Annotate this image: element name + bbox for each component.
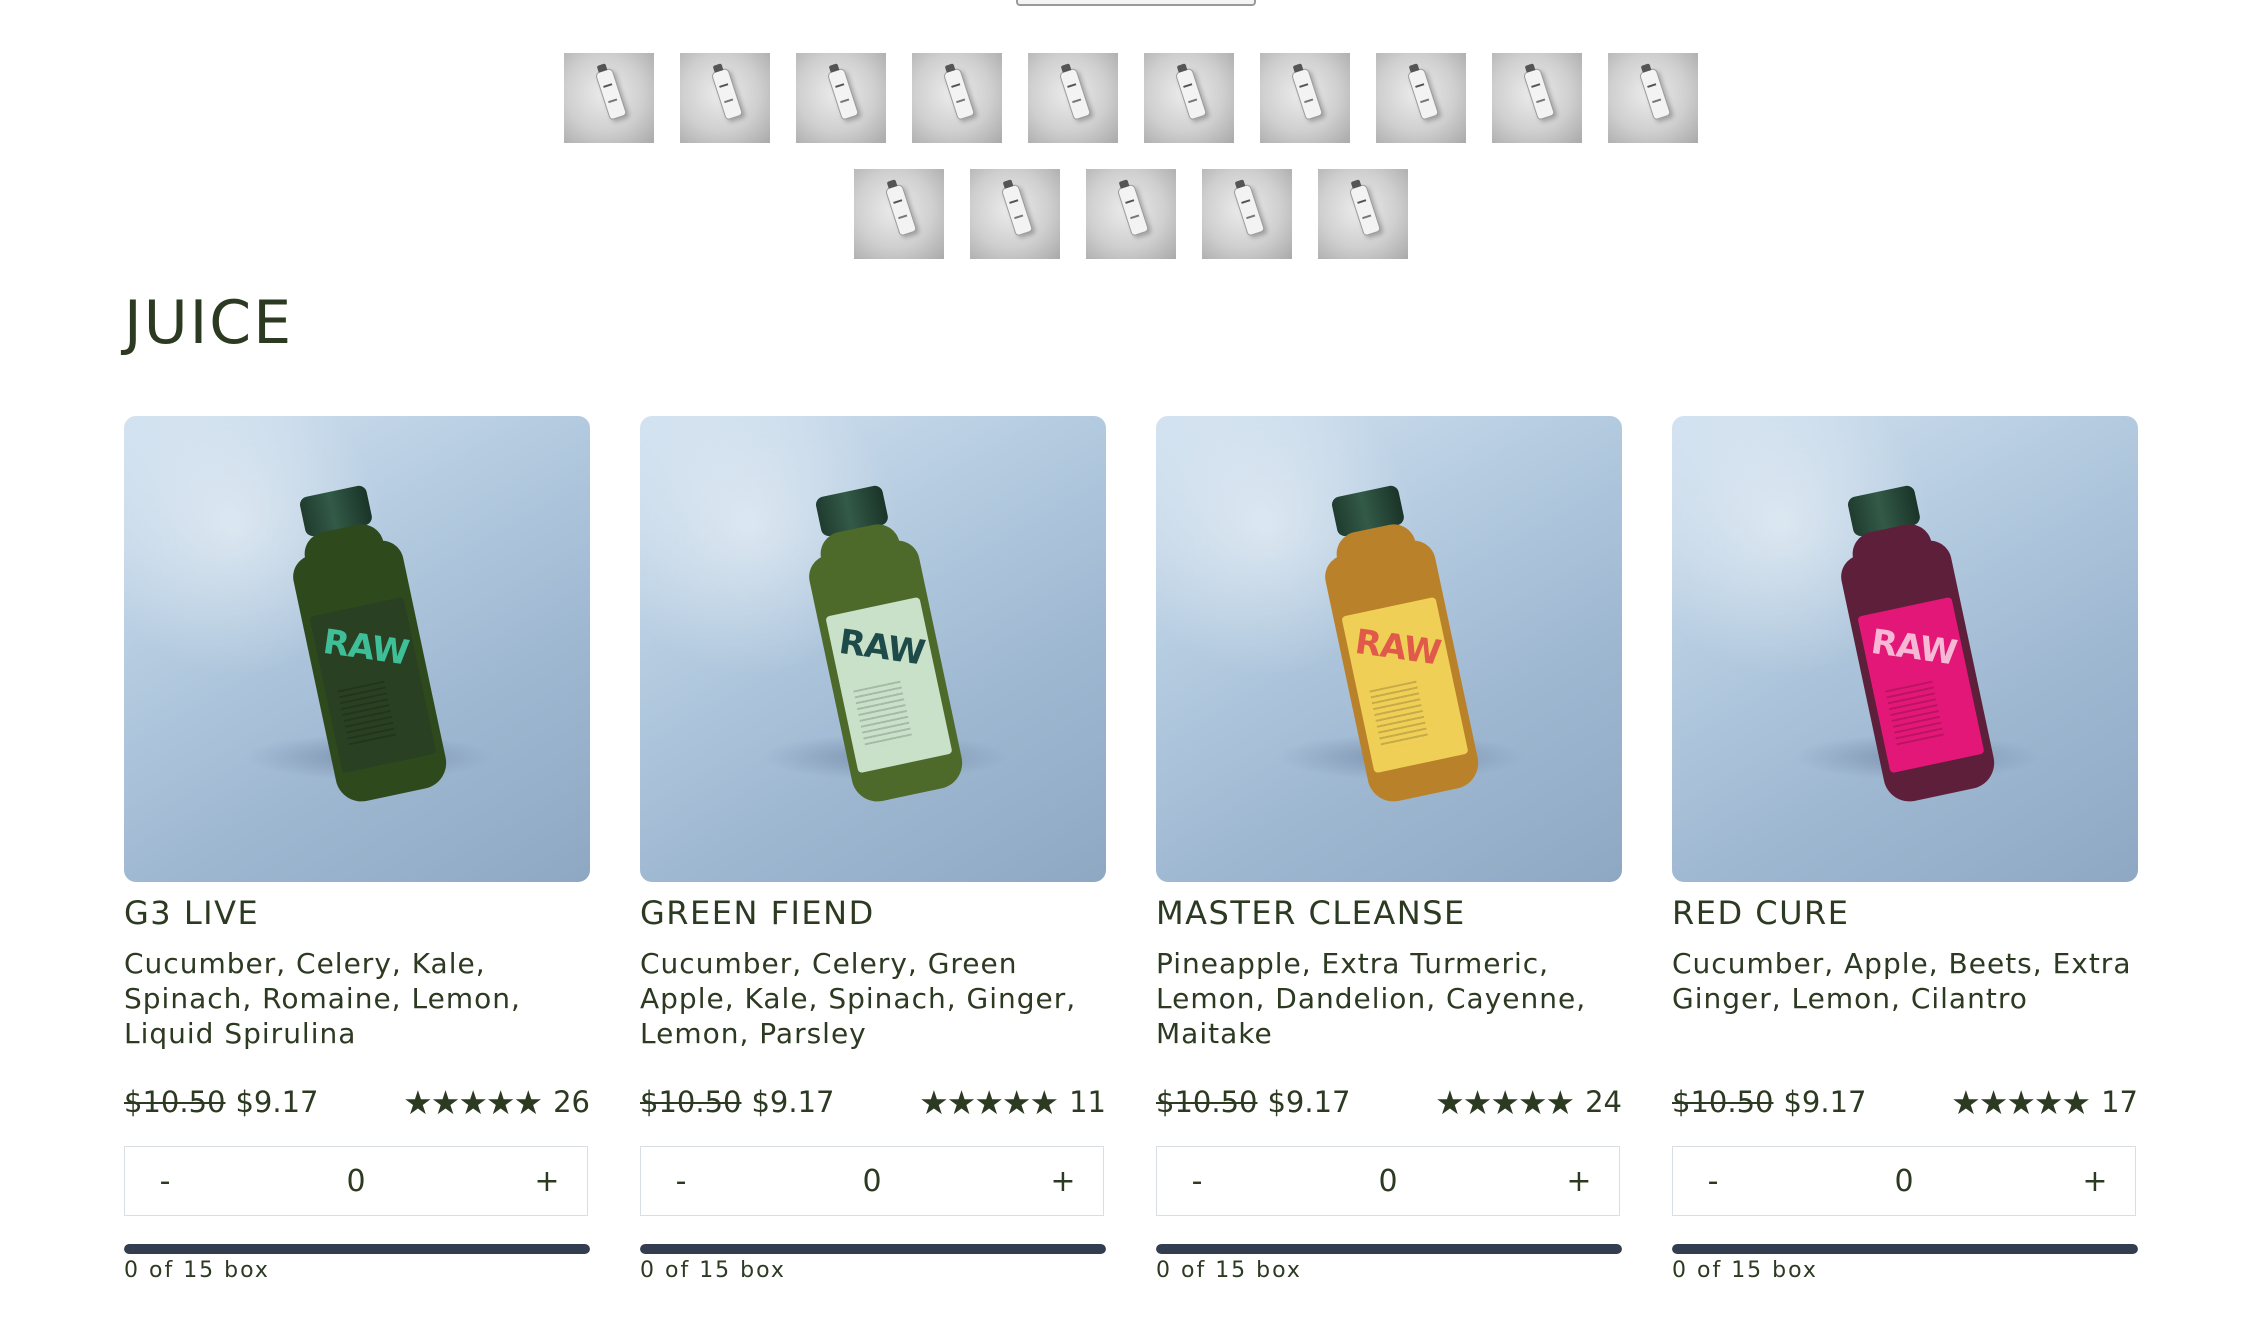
product-image[interactable]: RAW: [640, 416, 1106, 882]
decrement-button[interactable]: -: [1157, 1164, 1237, 1199]
sale-price: $9.17: [235, 1085, 319, 1119]
decrement-button[interactable]: -: [125, 1164, 205, 1199]
box-progress-text: 0 of 15 box: [640, 1258, 786, 1283]
review-count: 24: [1585, 1085, 1622, 1119]
product-thumbnail[interactable]: [1144, 53, 1234, 143]
product-ingredients: Pineapple, Extra Turmeric, Lemon, Dandel…: [1156, 947, 1587, 1050]
increment-button[interactable]: +: [2055, 1164, 2135, 1199]
sale-price: $9.17: [751, 1085, 835, 1119]
product-thumbnail[interactable]: [1202, 169, 1292, 259]
product-ingredients: Cucumber, Celery, Green Apple, Kale, Spi…: [640, 947, 1077, 1050]
increment-button[interactable]: +: [1539, 1164, 1619, 1199]
quantity-stepper: - 0 +: [640, 1146, 1104, 1216]
quantity-value[interactable]: 0: [1894, 1164, 1913, 1199]
bottle-thumbnail-icon: [1116, 183, 1150, 237]
product-thumbnail[interactable]: [1086, 169, 1176, 259]
box-progress-bar: [1156, 1244, 1622, 1254]
product-card-green-fiend: RAW GREEN FIEND Cucumber, Celery, Green …: [640, 416, 1106, 1283]
price-row: $10.50 $9.17 ★★★★★ 11: [640, 1083, 1106, 1122]
price-row: $10.50 $9.17 ★★★★★ 17: [1672, 1083, 2138, 1122]
decrement-button[interactable]: -: [1673, 1164, 1753, 1199]
bottle-thumbnail-icon: [1406, 67, 1440, 121]
product-ingredients: Cucumber, Celery, Kale, Spinach, Romaine…: [124, 947, 521, 1050]
rating[interactable]: ★★★★★ 24: [1435, 1083, 1622, 1122]
bottle-thumbnail-icon: [826, 67, 860, 121]
box-progress-text: 0 of 15 box: [124, 1258, 270, 1283]
bottle-thumbnail-icon: [1232, 183, 1266, 237]
original-price: $10.50: [640, 1085, 742, 1119]
bottle-thumbnail-icon: [710, 67, 744, 121]
box-progress-text: 0 of 15 box: [1672, 1258, 1818, 1283]
original-price: $10.50: [1156, 1085, 1258, 1119]
star-rating-icon: ★★★★★: [1951, 1082, 2091, 1122]
star-rating-icon: ★★★★★: [1435, 1082, 1575, 1122]
product-card-red-cure: RAW RED CURE Cucumber, Apple, Beets, Ext…: [1672, 416, 2138, 1283]
section-title: JUICE: [124, 288, 294, 358]
bottle-thumbnail-icon: [1290, 67, 1324, 121]
product-image[interactable]: RAW: [1672, 416, 2138, 882]
original-price: $10.50: [1672, 1085, 1774, 1119]
product-thumbnail[interactable]: [680, 53, 770, 143]
product-thumbnail[interactable]: [970, 169, 1060, 259]
box-progress-bar: [640, 1244, 1106, 1254]
product-title[interactable]: GREEN FIEND: [640, 894, 875, 932]
sale-price: $9.17: [1267, 1085, 1351, 1119]
box-progress-bar: [124, 1244, 590, 1254]
bottle-thumbnail-icon: [1000, 183, 1034, 237]
product-thumbnail[interactable]: [1028, 53, 1118, 143]
quantity-stepper: - 0 +: [1156, 1146, 1620, 1216]
review-count: 26: [553, 1085, 590, 1119]
product-thumbnail[interactable]: [1608, 53, 1698, 143]
box-progress-bar: [1672, 1244, 2138, 1254]
product-title[interactable]: MASTER CLEANSE: [1156, 894, 1466, 932]
product-thumbnail[interactable]: [1318, 169, 1408, 259]
quantity-stepper: - 0 +: [124, 1146, 588, 1216]
product-image[interactable]: RAW: [124, 416, 590, 882]
box-progress-text: 0 of 15 box: [1156, 1258, 1302, 1283]
original-price: $10.50: [124, 1085, 226, 1119]
product-ingredients: Cucumber, Apple, Beets, Extra Ginger, Le…: [1672, 947, 2132, 1015]
bottle-thumbnail-icon: [594, 67, 628, 121]
thumbnail-row-2: [0, 169, 2262, 259]
increment-button[interactable]: +: [1023, 1164, 1103, 1199]
product-title[interactable]: G3 LIVE: [124, 894, 259, 932]
price-row: $10.50 $9.17 ★★★★★ 26: [124, 1083, 590, 1122]
star-rating-icon: ★★★★★: [919, 1082, 1059, 1122]
review-count: 11: [1069, 1085, 1106, 1119]
rating[interactable]: ★★★★★ 17: [1951, 1083, 2138, 1122]
product-card-master-cleanse: RAW MASTER CLEANSE Pineapple, Extra Turm…: [1156, 416, 1622, 1283]
bottle-thumbnail-icon: [942, 67, 976, 121]
product-thumbnail[interactable]: [564, 53, 654, 143]
quantity-stepper: - 0 +: [1672, 1146, 2136, 1216]
decrement-button[interactable]: -: [641, 1164, 721, 1199]
product-thumbnail[interactable]: [912, 53, 1002, 143]
bottle-thumbnail-icon: [884, 183, 918, 237]
product-thumbnail[interactable]: [1376, 53, 1466, 143]
quantity-value[interactable]: 0: [1378, 1164, 1397, 1199]
product-thumbnail[interactable]: [1492, 53, 1582, 143]
price-row: $10.50 $9.17 ★★★★★ 24: [1156, 1083, 1622, 1122]
star-rating-icon: ★★★★★: [403, 1082, 543, 1122]
sale-price: $9.17: [1783, 1085, 1867, 1119]
bottle-thumbnail-icon: [1638, 67, 1672, 121]
product-thumbnail[interactable]: [854, 169, 944, 259]
bottle-thumbnail-icon: [1174, 67, 1208, 121]
product-image[interactable]: RAW: [1156, 416, 1622, 882]
bottle-thumbnail-icon: [1348, 183, 1382, 237]
review-count: 17: [2101, 1085, 2138, 1119]
gallery-scroll-tab[interactable]: [1016, 0, 1256, 6]
quantity-value[interactable]: 0: [346, 1164, 365, 1199]
increment-button[interactable]: +: [507, 1164, 587, 1199]
thumbnail-row-1: [0, 53, 2262, 143]
bottle-thumbnail-icon: [1058, 67, 1092, 121]
product-card-g3-live: RAW G3 LIVE Cucumber, Celery, Kale, Spin…: [124, 416, 590, 1283]
product-title[interactable]: RED CURE: [1672, 894, 1849, 932]
rating[interactable]: ★★★★★ 26: [403, 1083, 590, 1122]
bottle-thumbnail-icon: [1522, 67, 1556, 121]
rating[interactable]: ★★★★★ 11: [919, 1083, 1106, 1122]
quantity-value[interactable]: 0: [862, 1164, 881, 1199]
product-thumbnail[interactable]: [796, 53, 886, 143]
product-thumbnail[interactable]: [1260, 53, 1350, 143]
